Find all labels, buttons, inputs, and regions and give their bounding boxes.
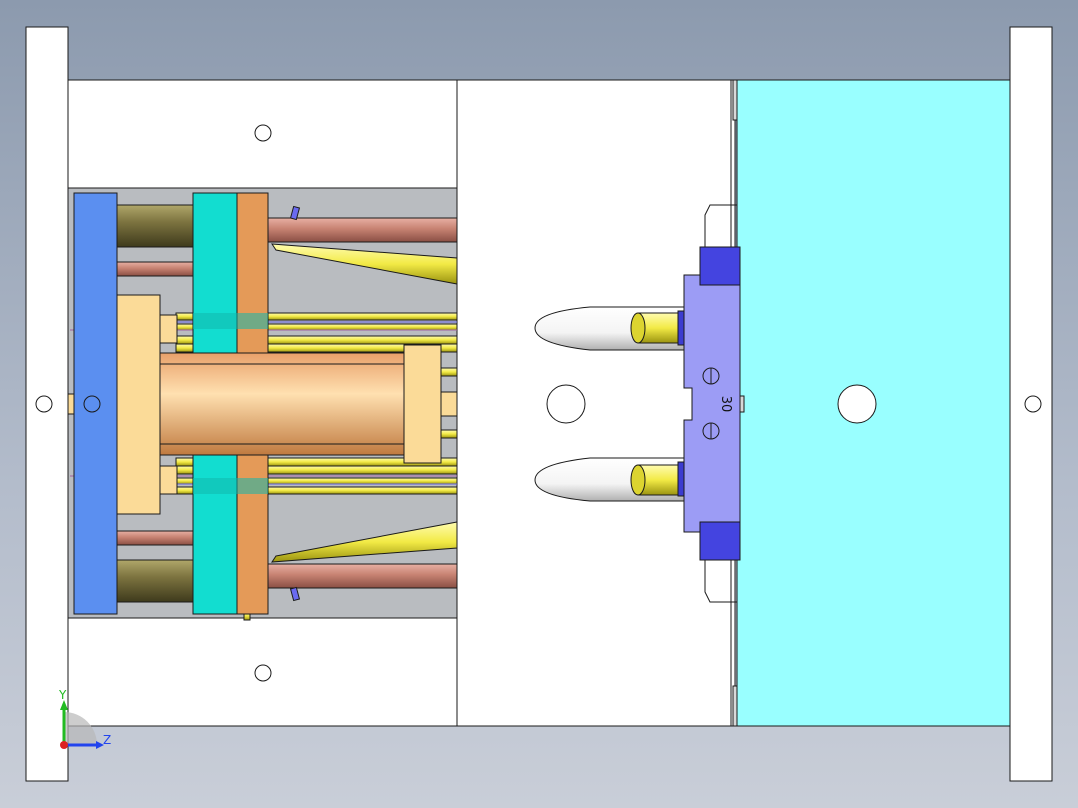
core-pin-upper <box>630 310 689 346</box>
copper-rod-top-right <box>267 217 458 243</box>
right-bar-hole <box>1024 395 1042 413</box>
slider-heel-bottom <box>699 521 741 561</box>
sleeve-end-cap <box>403 344 442 464</box>
ejector-clamp-plate <box>73 192 118 615</box>
return-pin-top <box>116 204 194 248</box>
left-bar-hole <box>35 395 53 413</box>
axis-y-label: Y <box>58 688 67 702</box>
core-pin-lower <box>630 461 689 497</box>
return-pin-bottom <box>116 559 194 603</box>
central-sleeve <box>159 352 405 456</box>
guide-hole-bottom <box>254 664 272 682</box>
guide-hole-top <box>254 124 272 142</box>
spacer-block <box>116 294 161 515</box>
cad-viewport[interactable]: 30 Y Z <box>0 0 1078 808</box>
axis-z-label: Z <box>103 733 111 747</box>
copper-rod-lower-left <box>116 530 194 546</box>
sprue-hole-cavity <box>837 384 877 424</box>
copper-rod-upper-left <box>116 261 194 277</box>
slider-heel-top <box>699 246 741 286</box>
copper-rod-bottom-right <box>267 563 458 589</box>
mold-assembly-drawing: 30 Y Z <box>25 26 1053 782</box>
part-number-label: 30 <box>718 396 733 413</box>
sprue-hole-middle <box>546 384 586 424</box>
